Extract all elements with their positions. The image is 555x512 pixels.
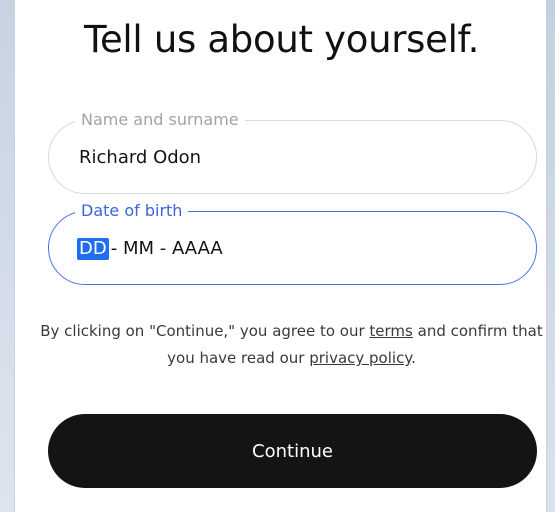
terms-link[interactable]: terms	[369, 322, 412, 340]
background-right	[547, 0, 555, 512]
date-of-birth-label: Date of birth	[75, 201, 189, 221]
dob-month-year-segments[interactable]: - MM - AAAA	[111, 238, 223, 260]
privacy-policy-link[interactable]: privacy policy	[309, 349, 411, 367]
consent-text-part3: .	[411, 349, 416, 367]
name-field-value[interactable]: Richard Odon	[79, 147, 201, 169]
page-title: Tell us about yourself.	[83, 18, 480, 61]
date-of-birth-input[interactable]: DD - MM - AAAA	[77, 238, 223, 260]
background-left	[0, 0, 14, 512]
dob-day-segment[interactable]: DD	[77, 238, 109, 260]
name-field[interactable]: Name and surname Richard Odon	[48, 110, 537, 194]
date-of-birth-field[interactable]: Date of birth DD - MM - AAAA	[48, 201, 537, 285]
name-field-label: Name and surname	[75, 110, 245, 130]
consent-text: By clicking on "Continue," you agree to …	[35, 318, 548, 372]
continue-button[interactable]: Continue	[48, 414, 537, 488]
consent-text-part1: By clicking on "Continue," you agree to …	[40, 322, 370, 340]
form-card: Tell us about yourself. Name and surname…	[14, 0, 547, 512]
